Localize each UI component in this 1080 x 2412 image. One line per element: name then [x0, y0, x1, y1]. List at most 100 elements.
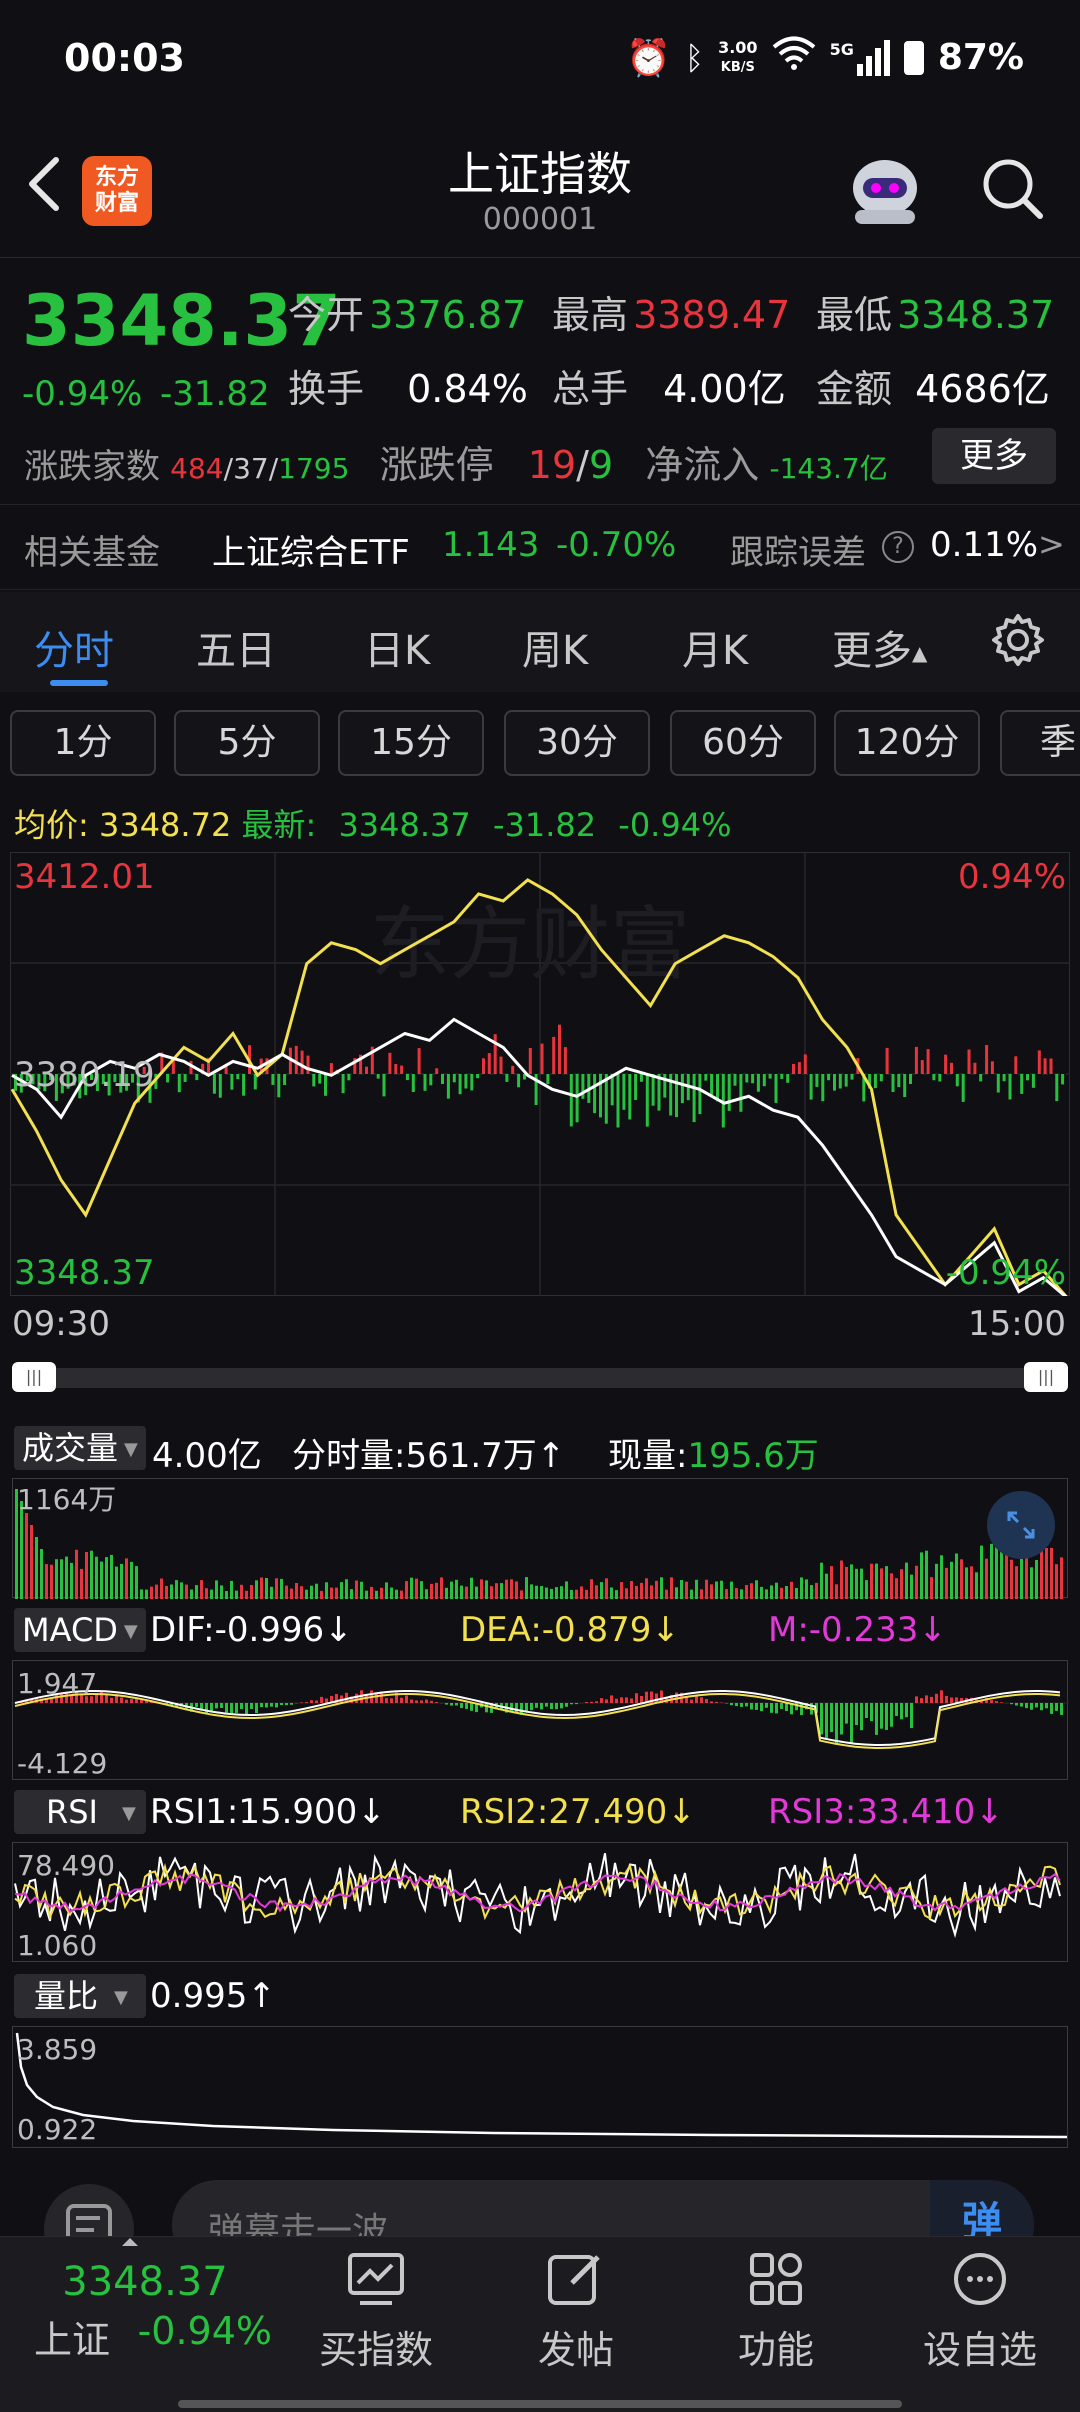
battery-percent: 87%: [937, 37, 1024, 78]
wifi-icon: [772, 36, 816, 79]
volume-bar: [710, 1584, 713, 1599]
tab-daily-k[interactable]: 日K: [364, 618, 430, 676]
ratio-label: 量比: [34, 1977, 99, 2015]
ratio-value: 0.995↑: [150, 1976, 276, 2016]
flow-bar: [780, 1074, 784, 1079]
volume-bar: [955, 1553, 958, 1599]
volume-bar: [735, 1588, 738, 1599]
period-1min[interactable]: 1分: [10, 710, 156, 776]
related-fund-row[interactable]: 相关基金 上证综合ETF 1.143 -0.70% 跟踪误差 ? 0.11% >: [0, 504, 1080, 590]
volume-bar: [795, 1588, 798, 1599]
macd-indicator-select[interactable]: MACD ▼: [14, 1608, 146, 1652]
macd-bar: [630, 1698, 633, 1703]
period-quarter[interactable]: 季: [1000, 710, 1080, 776]
macd-bar: [400, 1697, 403, 1703]
flow-bar: [756, 1074, 760, 1092]
flow-bar: [797, 1062, 801, 1074]
nav-functions-label: 功能: [737, 2328, 814, 2372]
macd-bar: [890, 1703, 893, 1727]
change-value: -31.82: [160, 374, 270, 414]
macd-dea-value: DEA:-0.879: [460, 1610, 652, 1650]
slider-left-handle[interactable]: |||: [12, 1362, 56, 1392]
tab-weekly-k[interactable]: 周K: [522, 618, 588, 676]
volume-bar: [975, 1572, 978, 1599]
volume-bar: [965, 1567, 968, 1599]
macd-bar: [765, 1703, 768, 1708]
period-120min[interactable]: 120分: [834, 710, 980, 776]
period-5min[interactable]: 5分: [174, 710, 320, 776]
flow-bar: [967, 1049, 971, 1074]
chart-icon: [348, 2253, 404, 2305]
rsi-indicator-select[interactable]: RSI ▼: [14, 1790, 146, 1834]
macd-bar: [355, 1693, 358, 1703]
latest-percent: -0.94%: [618, 806, 732, 844]
flow-bar: [324, 1074, 327, 1096]
nav-post[interactable]: 发帖: [496, 2251, 656, 2374]
y-axis-bottom-pct: -0.94%: [946, 1253, 1066, 1293]
net-speed-unit: KB/S: [720, 59, 755, 75]
macd-bar: [640, 1696, 643, 1703]
nav-buy-index[interactable]: 买指数: [296, 2251, 456, 2374]
flow-bar: [563, 1047, 567, 1074]
robot-assistant-icon[interactable]: [845, 148, 925, 228]
flow-bar: [914, 1046, 918, 1074]
flow-bar: [183, 1074, 187, 1082]
nav-functions[interactable]: 功能: [696, 2251, 856, 2374]
flow-bar: [1008, 1074, 1012, 1100]
tab-more[interactable]: 更多▲: [832, 618, 927, 676]
volume-bar: [785, 1586, 788, 1599]
settings-gear-icon[interactable]: [990, 612, 1046, 672]
ratio-indicator-select[interactable]: 量比 ▼: [14, 1974, 146, 2018]
netflow-label: 净流入: [645, 443, 760, 487]
more-button[interactable]: 更多: [932, 428, 1056, 484]
flow-bar: [903, 1074, 907, 1097]
macd-dif-line: [14, 1690, 1061, 1746]
volume-indicator-select[interactable]: 成交量 ▼: [14, 1426, 146, 1470]
help-icon[interactable]: ?: [882, 531, 914, 563]
flow-bar: [470, 1074, 474, 1091]
volume-bar: [590, 1579, 593, 1599]
flow-bar: [177, 1074, 181, 1093]
volume-bar: [700, 1589, 703, 1599]
volume-bar: [330, 1587, 333, 1599]
macd-bar: [325, 1698, 328, 1703]
period-60min[interactable]: 60分: [670, 710, 816, 776]
search-icon[interactable]: [980, 156, 1044, 220]
volume-bar: [110, 1554, 113, 1599]
macd-bar: [540, 1703, 543, 1710]
macd-bar: [585, 1702, 588, 1703]
range-slider[interactable]: ||| |||: [12, 1362, 1068, 1392]
volume-bar: [585, 1589, 588, 1599]
intraday-chart[interactable]: 东方财富 3412.01 0.94% 3380.19 3348.37 -0.94…: [9, 851, 1071, 1300]
macd-bar: [315, 1700, 318, 1703]
macd-bar: [450, 1703, 453, 1706]
expand-icon[interactable]: [987, 1491, 1055, 1559]
tab-monthly-k[interactable]: 月K: [682, 618, 748, 676]
volume-bar: [850, 1564, 853, 1599]
volume-period-value: 分时量:561.7万: [292, 1436, 537, 1476]
volume-bar: [155, 1584, 158, 1599]
flow-bar: [844, 1074, 848, 1087]
volume-bar: [475, 1586, 478, 1599]
latest-value: 3348.37: [338, 806, 471, 844]
flow-bar: [926, 1049, 930, 1074]
macd-bar: [1000, 1702, 1003, 1703]
slider-right-handle[interactable]: |||: [1024, 1362, 1068, 1392]
volume-bar: [95, 1556, 98, 1599]
macd-bar: [780, 1703, 783, 1709]
macd-bar: [820, 1703, 823, 1735]
period-30min[interactable]: 30分: [504, 710, 650, 776]
down-arrow-icon: ↓: [651, 1610, 680, 1650]
volume-bar: [980, 1545, 983, 1599]
index-ticker[interactable]: 3348.37 上证 -0.94%: [0, 2259, 290, 2364]
tracking-error-value: 0.11%: [930, 525, 1039, 565]
nav-add-watch[interactable]: 设自选: [900, 2251, 1060, 2374]
flow-bar: [996, 1074, 1000, 1093]
flow-bar: [1055, 1074, 1059, 1102]
volume-bar: [915, 1565, 918, 1599]
tab-intraday[interactable]: 分时: [34, 618, 114, 676]
limit-label: 涨跌停: [379, 443, 494, 487]
flow-bar: [487, 1053, 491, 1074]
period-15min[interactable]: 15分: [338, 710, 484, 776]
tab-five-day[interactable]: 五日: [196, 618, 276, 676]
